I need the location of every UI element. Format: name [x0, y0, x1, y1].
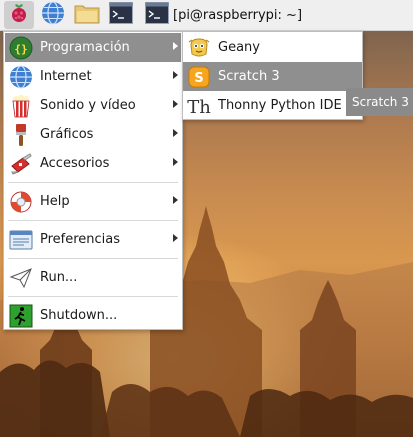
menu-separator: [8, 296, 178, 297]
menu-item-label: Preferencias: [40, 232, 121, 247]
popcorn-icon: [8, 93, 34, 119]
submenu-arrow-icon: [173, 158, 178, 166]
menu-item-sonido-y-video[interactable]: Sonido y vídeo: [5, 91, 181, 120]
lifebuoy-icon: [8, 189, 34, 215]
file-manager-button[interactable]: [72, 1, 102, 29]
programming-icon: {}: [8, 35, 34, 61]
web-browser-button[interactable]: [38, 1, 68, 29]
menu-item-label: Gráficos: [40, 127, 94, 142]
menu-separator: [8, 220, 178, 221]
menu-item-label: Sonido y vídeo: [40, 98, 136, 113]
menu-item-label: Thonny Python IDE: [218, 98, 342, 113]
geany-icon: [186, 35, 212, 61]
menu-item-internet[interactable]: Internet: [5, 62, 181, 91]
submenu-item-scratch-3[interactable]: S Scratch 3: [183, 62, 362, 91]
paper-plane-icon: [8, 265, 34, 291]
menu-item-label: Scratch 3: [218, 69, 280, 84]
terminal-button[interactable]: [106, 1, 136, 29]
applications-menu: {} Programación Internet Sonido y vídeo …: [3, 31, 183, 330]
swiss-knife-icon: [8, 151, 34, 177]
menu-item-label: Run...: [40, 270, 78, 285]
terminal-task-label: [pi@raspberrypi: ~]: [173, 7, 303, 23]
top-panel: [pi@raspberrypi: ~]: [0, 0, 413, 31]
menu-item-shutdown[interactable]: Shutdown...: [5, 301, 181, 330]
preferences-icon: [8, 227, 34, 253]
svg-text:S: S: [194, 71, 203, 86]
globe-icon: [8, 64, 34, 90]
submenu-item-thonny[interactable]: Th Thonny Python IDE: [183, 91, 362, 120]
web-browser-icon: [41, 1, 65, 29]
submenu-arrow-icon: [173, 42, 178, 50]
submenu-arrow-icon: [173, 234, 178, 242]
menu-item-accesorios[interactable]: Accesorios: [5, 149, 181, 178]
tooltip: Scratch 3: [346, 88, 413, 116]
submenu-arrow-icon: [173, 71, 178, 79]
menu-item-label: Shutdown...: [40, 308, 118, 323]
terminal-task-button[interactable]: [pi@raspberrypi: ~]: [142, 1, 302, 29]
file-manager-icon: [74, 2, 100, 28]
submenu-arrow-icon: [173, 196, 178, 204]
menu-item-label: Geany: [218, 40, 260, 55]
menu-item-run[interactable]: Run...: [5, 263, 181, 292]
menu-separator: [8, 182, 178, 183]
exit-icon: [8, 303, 34, 329]
submenu-arrow-icon: [173, 100, 178, 108]
menu-item-preferencias[interactable]: Preferencias: [5, 225, 181, 254]
menu-item-label: Internet: [40, 69, 92, 84]
svg-text:{}: {}: [14, 42, 27, 55]
paintbrush-icon: [8, 122, 34, 148]
applications-menu-button[interactable]: [4, 1, 34, 29]
menu-item-help[interactable]: Help: [5, 187, 181, 216]
programming-submenu: Geany S Scratch 3 Th Thonny Python IDE: [182, 31, 363, 120]
menu-item-label: Accesorios: [40, 156, 110, 171]
menu-separator: [8, 258, 178, 259]
svg-text:Th: Th: [187, 97, 211, 118]
submenu-item-geany[interactable]: Geany: [183, 33, 362, 62]
submenu-arrow-icon: [173, 129, 178, 137]
menu-item-graficos[interactable]: Gráficos: [5, 120, 181, 149]
menu-item-label: Programación: [40, 40, 130, 55]
menu-item-label: Help: [40, 194, 70, 209]
thonny-icon: Th: [186, 93, 212, 119]
terminal-icon: [109, 2, 133, 28]
raspberry-menu-icon: [9, 2, 29, 28]
scratch-icon: S: [186, 64, 212, 90]
terminal-icon: [145, 2, 169, 28]
menu-item-programacion[interactable]: {} Programación: [5, 33, 181, 62]
